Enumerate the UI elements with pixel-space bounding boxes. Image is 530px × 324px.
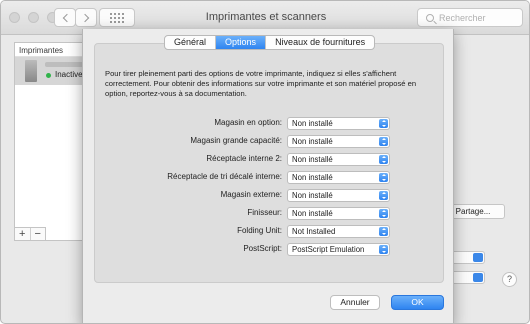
add-printer-button[interactable]: +: [15, 228, 31, 240]
popup-arrows-icon: [379, 173, 388, 182]
option-value: Non installé: [292, 119, 333, 128]
popup-arrows-icon: [379, 209, 388, 218]
option-row: Réceptacle de tri décalé interne: Non in…: [95, 171, 445, 185]
option-popup[interactable]: Non installé: [287, 189, 390, 202]
option-label: PostScript:: [243, 244, 282, 253]
status-dot-icon: [46, 73, 51, 78]
option-popup[interactable]: Non installé: [287, 171, 390, 184]
option-label: Magasin externe:: [220, 190, 282, 199]
options-sheet: Pour tirer pleinement parti des options …: [82, 29, 454, 323]
option-value: Non installé: [292, 155, 333, 164]
add-remove-control: + −: [14, 227, 46, 241]
option-label: Folding Unit:: [237, 226, 282, 235]
option-popup[interactable]: PostScript Emulation: [287, 243, 390, 256]
option-value: Non installé: [292, 209, 333, 218]
options-intro-text: Pour tirer pleinement parti des options …: [105, 69, 417, 98]
option-popup[interactable]: Non installé: [287, 117, 390, 130]
printer-icon: [25, 60, 37, 82]
printers-window: Imprimantes et scanners Rechercher Impri…: [0, 0, 530, 324]
remove-printer-button[interactable]: −: [31, 228, 46, 240]
tab-bar: Général Options Niveaux de fournitures: [164, 35, 376, 50]
option-value: Non installé: [292, 191, 333, 200]
printer-status: Inactive: [55, 70, 83, 79]
tab-options[interactable]: Options: [216, 36, 267, 49]
option-label: Magasin en option:: [214, 118, 282, 127]
ok-button[interactable]: OK: [391, 295, 444, 310]
option-label: Réceptacle interne 2:: [206, 154, 282, 163]
option-label: Réceptacle de tri décalé interne:: [167, 172, 282, 181]
option-popup[interactable]: Non installé: [287, 135, 390, 148]
printer-name: [45, 62, 85, 67]
popup-arrows-icon: [379, 191, 388, 200]
search-placeholder: Rechercher: [439, 12, 486, 23]
option-row: Folding Unit: Not Installed: [95, 225, 445, 239]
option-row: PostScript: PostScript Emulation: [95, 243, 445, 257]
option-row: Réceptacle interne 2: Non installé: [95, 153, 445, 167]
option-label: Magasin grande capacité:: [190, 136, 282, 145]
option-row: Magasin externe: Non installé: [95, 189, 445, 203]
options-content: Pour tirer pleinement parti des options …: [94, 43, 444, 283]
option-row: Magasin grande capacité: Non installé: [95, 135, 445, 149]
option-value: PostScript Emulation: [292, 245, 365, 254]
tab-general[interactable]: Général: [165, 36, 217, 49]
help-button[interactable]: ?: [502, 272, 517, 287]
cancel-button[interactable]: Annuler: [330, 295, 380, 310]
option-row: Finisseur: Non installé: [95, 207, 445, 221]
option-value: Non installé: [292, 173, 333, 182]
option-value: Not Installed: [292, 227, 336, 236]
option-label: Finisseur:: [247, 208, 282, 217]
search-icon: [426, 13, 434, 22]
option-popup[interactable]: Non installé: [287, 153, 390, 166]
search-field[interactable]: Rechercher: [417, 8, 523, 27]
popup-arrows-icon: [379, 119, 388, 128]
popup-arrows-icon: [379, 137, 388, 146]
option-popup[interactable]: Not Installed: [287, 225, 390, 238]
option-value: Non installé: [292, 137, 333, 146]
popup-arrows-icon: [379, 245, 388, 254]
tab-supply-levels[interactable]: Niveaux de fournitures: [266, 36, 374, 49]
option-row: Magasin en option: Non installé: [95, 117, 445, 131]
popup-arrows-icon: [379, 155, 388, 164]
option-popup[interactable]: Non installé: [287, 207, 390, 220]
popup-arrows-icon: [473, 253, 483, 262]
popup-arrows-icon: [473, 273, 483, 282]
popup-arrows-icon: [379, 227, 388, 236]
